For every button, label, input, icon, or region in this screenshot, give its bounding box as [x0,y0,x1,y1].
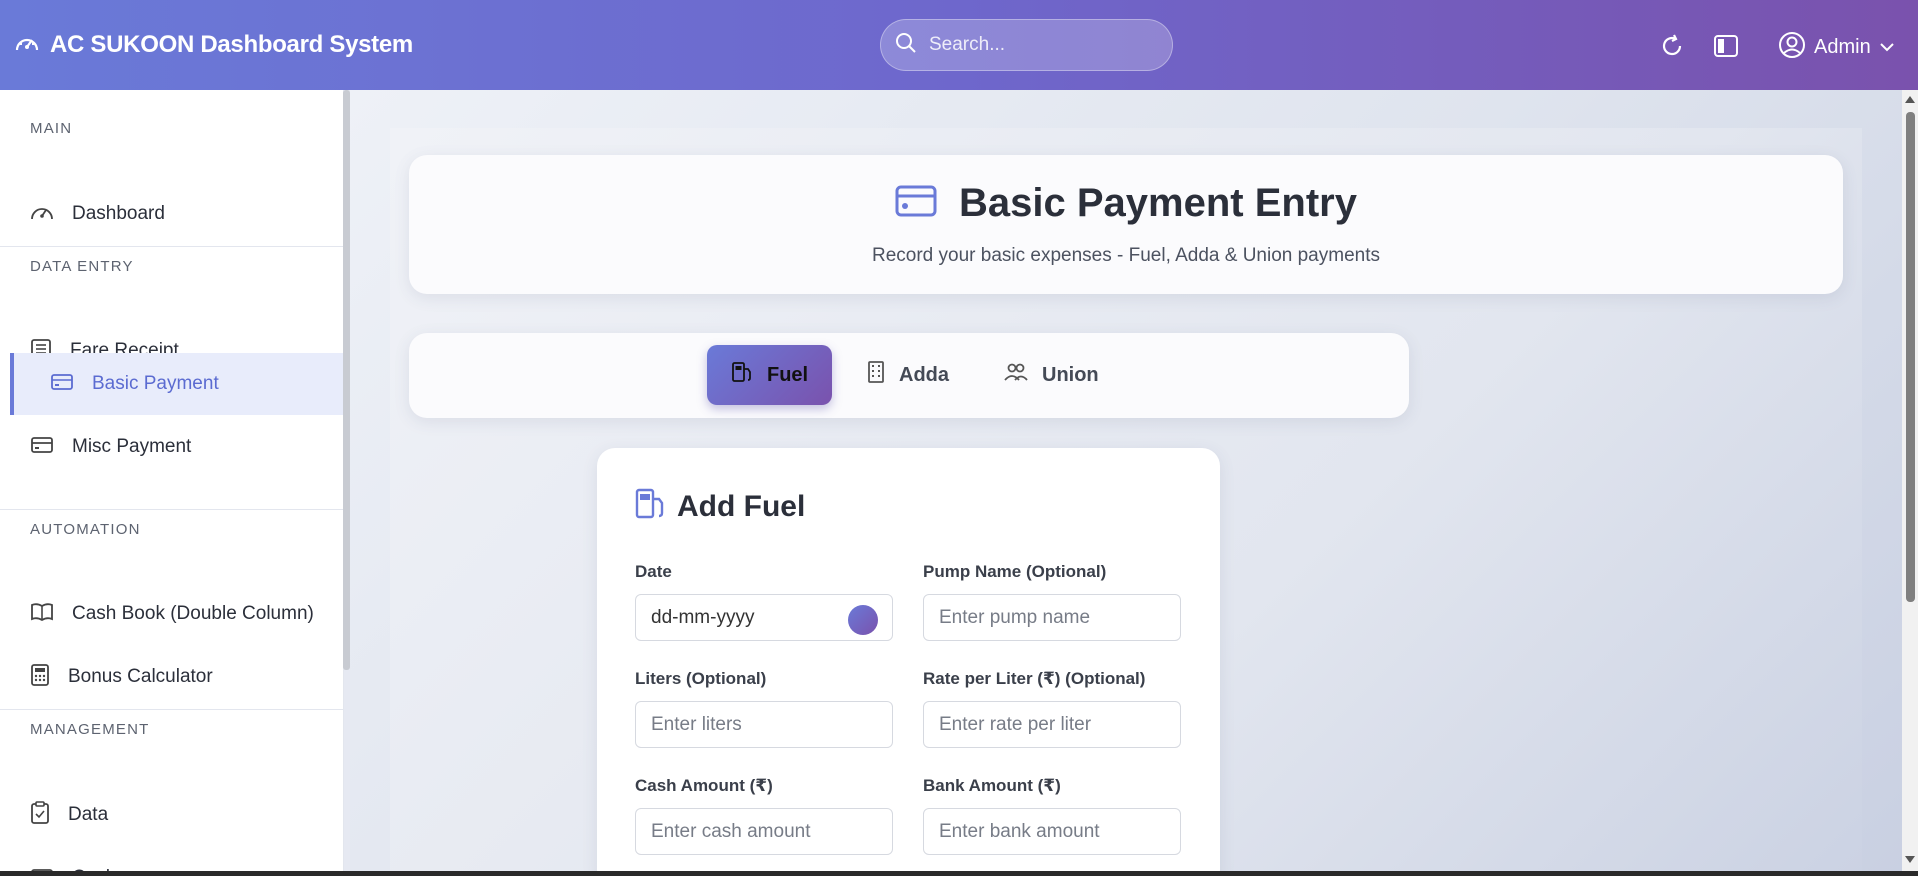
calendar-picker-icon[interactable] [848,605,878,635]
sidebar-item-dashboard[interactable]: Dashboard [0,183,344,245]
tab-union[interactable]: Union [980,345,1123,405]
sidebar-item-label: Cash Book (Double Column) [72,603,314,624]
app-title: AC SUKOON Dashboard System [50,31,413,58]
page-title-row: Basic Payment Entry [409,181,1843,226]
tab-label: Union [1042,363,1099,386]
sidebar-section-data-entry: DATA ENTRY [30,258,134,275]
bottom-edge [0,871,1918,876]
book-icon [30,602,54,627]
sidebar-scrollbar[interactable] [343,90,350,670]
page-title: Basic Payment Entry [959,181,1357,225]
form-title: Add Fuel [677,489,806,523]
sidebar-section-main: MAIN [30,120,73,137]
chevron-down-icon [1879,39,1895,57]
sidebar-toggle-icon[interactable] [1712,32,1740,60]
search-box[interactable] [880,19,1173,71]
sidebar-item-label: Misc Payment [72,436,192,457]
cash-amount-label: Cash Amount (₹) [635,776,773,795]
cash-amount-input[interactable] [635,808,893,855]
sidebar-item-data[interactable]: Data [0,784,344,846]
admin-label: Admin [1814,36,1871,58]
credit-card-icon [895,184,937,223]
sidebar-section-management: MANAGEMENT [30,721,150,738]
form-title-row: Add Fuel [635,488,805,525]
tab-label: Fuel [767,363,809,386]
brand[interactable]: AC SUKOON Dashboard System [14,31,413,59]
fuel-pump-icon [635,488,665,525]
pump-name-input[interactable] [923,594,1181,641]
date-field[interactable]: dd-mm-yyyy [635,594,893,641]
search-input[interactable] [929,34,1149,56]
sidebar-item-bonus-calculator[interactable]: Bonus Calculator [0,646,344,708]
tab-label: Adda [899,363,949,386]
date-label: Date [635,562,672,581]
date-value: dd-mm-yyyy [651,606,755,628]
clipboard-icon [30,800,50,830]
liters-label: Liters (Optional) [635,669,767,688]
tab-adda[interactable]: Adda [843,345,973,405]
sidebar-section-automation: AUTOMATION [30,521,141,538]
bank-amount-label: Bank Amount (₹) [923,776,1061,795]
sidebar-item-misc-payment[interactable]: Misc Payment [0,416,344,478]
liters-input[interactable] [635,701,893,748]
user-avatar-icon [1778,31,1806,64]
rate-per-liter-input[interactable] [923,701,1181,748]
sidebar-item-label: Dashboard [72,203,165,224]
sidebar-item-label: Data [68,804,109,825]
credit-card-icon [50,372,74,397]
payment-type-tabs: Fuel Adda Union [409,333,1409,418]
refresh-icon[interactable] [1658,32,1686,60]
top-navbar: AC SUKOON Dashboard System Admin [0,0,1918,90]
people-icon [1004,362,1028,388]
divider [0,246,344,247]
sidebar-item-label: Basic Payment [92,373,219,394]
building-icon [867,361,885,389]
fuel-pump-icon [731,361,753,389]
pump-name-label: Pump Name (Optional) [923,562,1107,581]
page-subtitle: Record your basic expenses - Fuel, Adda … [872,245,1380,266]
main-scrollbar-thumb[interactable] [1906,112,1915,602]
admin-menu[interactable]: Admin [1778,31,1895,64]
scroll-down-icon[interactable] [1905,856,1915,863]
scroll-up-icon[interactable] [1905,96,1915,103]
sidebar-item-label: Bonus Calculator [68,666,213,687]
search-icon [895,32,917,59]
gauge-icon [14,32,40,59]
divider [0,709,344,710]
card-icon [30,435,54,460]
sidebar-item-cash-book[interactable]: Cash Book (Double Column) [0,583,344,645]
tab-fuel[interactable]: Fuel [707,345,833,405]
sidebar: MAIN Dashboard DATA ENTRY Fare Receipt B… [0,90,344,876]
divider [0,509,344,510]
bank-amount-input[interactable] [923,808,1181,855]
sidebar-item-basic-payment[interactable]: Basic Payment [10,353,344,415]
gauge-icon [30,202,54,227]
calculator-icon [30,663,50,691]
page-header-card: Basic Payment Entry Record your basic ex… [409,155,1843,294]
rate-per-liter-label: Rate per Liter (₹) (Optional) [923,669,1146,688]
add-fuel-form: Add Fuel Date dd-mm-yyyy Pump Name (Opti… [597,448,1220,876]
